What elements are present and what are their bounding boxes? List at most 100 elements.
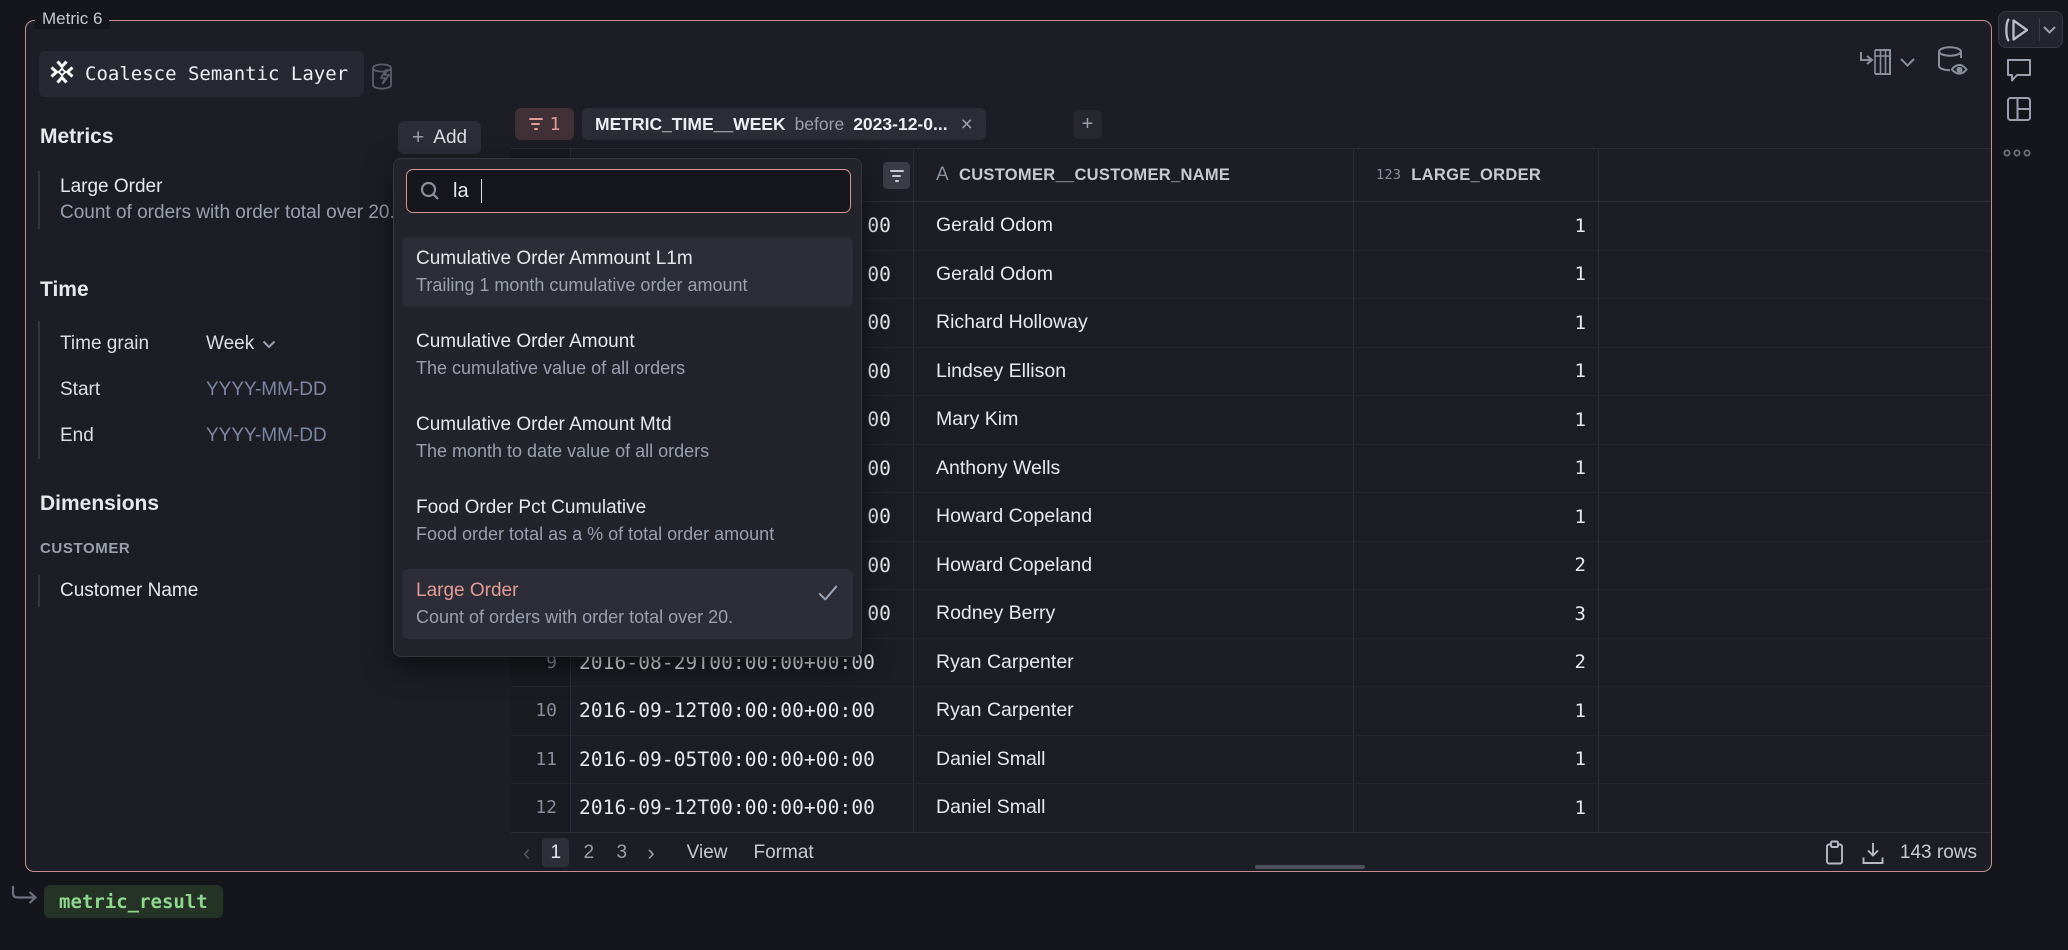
large-order-cell: 1: [1354, 251, 1599, 299]
dimension-group-label: CUSTOMER: [40, 540, 130, 557]
more-options-icon[interactable]: [2003, 145, 2031, 163]
page-button[interactable]: 2: [575, 838, 602, 867]
customer-name-cell: Howard Copeland: [914, 493, 1354, 541]
customer-name-cell: Mary Kim: [914, 396, 1354, 444]
add-metric-button[interactable]: + Add: [398, 121, 481, 154]
empty-cell: [1599, 639, 1991, 687]
column-header-large-order[interactable]: 123 LARGE_ORDER: [1354, 149, 1599, 201]
option-title: Large Order: [416, 578, 839, 604]
empty-cell: [1599, 202, 1991, 250]
metric-list-item[interactable]: Large Order Count of orders with order t…: [38, 171, 416, 229]
dropdown-option[interactable]: Food Order Pct CumulativeFood order tota…: [402, 486, 853, 556]
table-row: 122016-09-12T00:00:00+00:00Daniel Small1: [511, 784, 1991, 833]
dropdown-option[interactable]: Cumulative Order AmountThe cumulative va…: [402, 320, 853, 390]
preview-data-icon[interactable]: [1935, 45, 1971, 78]
filter-icon: [529, 115, 543, 133]
next-page-icon[interactable]: ›: [641, 840, 660, 866]
time-grain-select[interactable]: Week: [206, 333, 276, 355]
time-grain-label: Time grain: [60, 333, 206, 355]
filter-field: METRIC_TIME__WEEK: [595, 114, 786, 135]
chevron-down-icon: [262, 340, 276, 349]
run-cell-button[interactable]: [1998, 11, 2063, 48]
option-description: Count of orders with order total over 20…: [416, 604, 839, 630]
copy-to-clipboard-icon[interactable]: [1823, 840, 1846, 866]
table-footer-bar: ‹ 123 › View Format 143 rows: [511, 832, 1991, 872]
pagination: ‹ 123 ›: [511, 838, 661, 867]
table-row: 112016-09-05T00:00:00+00:00Daniel Small1: [511, 736, 1991, 785]
comment-icon[interactable]: [2005, 56, 2033, 89]
page-button[interactable]: 3: [608, 838, 635, 867]
dropdown-option[interactable]: Cumulative Order Ammount L1mTrailing 1 m…: [402, 237, 853, 307]
filter-count-badge[interactable]: 1: [515, 108, 574, 140]
cell-label: Metric 6: [35, 9, 109, 29]
column-filter-button[interactable]: [883, 162, 910, 189]
plus-icon: +: [412, 127, 424, 148]
large-order-cell: 2: [1354, 542, 1599, 590]
chevron-down-icon[interactable]: [1899, 57, 1916, 68]
dimension-name: Customer Name: [60, 578, 198, 604]
text-cursor: [481, 179, 483, 203]
metric-description: Count of orders with order total over 20…: [60, 200, 416, 226]
insert-into-table-icon[interactable]: [1859, 47, 1893, 77]
text-type-icon: A: [936, 164, 949, 186]
component-title: Coalesce Semantic Layer: [85, 63, 348, 85]
option-title: Cumulative Order Amount: [416, 329, 839, 355]
empty-cell: [1599, 493, 1991, 541]
large-order-cell: 1: [1354, 445, 1599, 493]
prev-page-icon[interactable]: ‹: [517, 840, 536, 866]
dropdown-option[interactable]: Large OrderCount of orders with order to…: [402, 569, 853, 639]
row-number-cell: 10: [511, 687, 571, 735]
customer-name-cell: Lindsey Ellison: [914, 348, 1354, 396]
option-description: Trailing 1 month cumulative order amount: [416, 272, 839, 298]
start-date-input[interactable]: YYYY-MM-DD: [206, 379, 327, 401]
layout-panels-icon[interactable]: [2005, 95, 2033, 128]
customer-name-cell: Rodney Berry: [914, 590, 1354, 638]
customer-name-cell: Daniel Small: [914, 736, 1354, 784]
search-query: la: [453, 180, 469, 203]
edit-source-icon[interactable]: [370, 62, 398, 97]
metric-time-week-cell: 2016-09-05T00:00:00+00:00: [571, 736, 914, 784]
customer-name-cell: Howard Copeland: [914, 542, 1354, 590]
column-header-customer-name[interactable]: A CUSTOMER__CUSTOMER_NAME: [914, 149, 1354, 201]
end-date-input[interactable]: YYYY-MM-DD: [206, 425, 327, 447]
row-number-cell: 11: [511, 736, 571, 784]
metrics-heading: Metrics: [40, 125, 114, 149]
run-options-chevron-icon[interactable]: [2042, 25, 2057, 35]
remove-filter-icon[interactable]: ×: [961, 114, 973, 135]
number-type-icon: 123: [1376, 167, 1401, 183]
filter-value: 2023-12-0...: [853, 114, 947, 135]
empty-cell: [1599, 299, 1991, 347]
metric-time-week-cell: 2016-09-12T00:00:00+00:00: [571, 687, 914, 735]
page-buttons: 123: [542, 838, 635, 867]
start-date-row: Start YYYY-MM-DD: [60, 367, 327, 413]
page-button[interactable]: 1: [542, 838, 569, 867]
filter-chip[interactable]: METRIC_TIME__WEEK before 2023-12-0... ×: [582, 108, 986, 140]
customer-name-cell: Gerald Odom: [914, 202, 1354, 250]
empty-cell: [1599, 251, 1991, 299]
download-icon[interactable]: [1861, 841, 1885, 866]
filter-operator: before: [795, 114, 845, 135]
format-menu[interactable]: Format: [754, 842, 814, 864]
time-settings-group: Time grain Week Start YYYY-MM-DD End YYY…: [38, 321, 327, 459]
search-input[interactable]: la: [406, 169, 851, 213]
large-order-cell: 2: [1354, 639, 1599, 687]
dimensions-heading: Dimensions: [40, 492, 159, 516]
empty-cell: [1599, 348, 1991, 396]
coalesce-logo-icon: [50, 60, 74, 89]
dropdown-option[interactable]: Cumulative Order Amount MtdThe month to …: [402, 403, 853, 473]
empty-cell: [1599, 736, 1991, 784]
large-order-cell: 1: [1354, 299, 1599, 347]
customer-name-cell: Anthony Wells: [914, 445, 1354, 493]
output-variable-pill[interactable]: metric_result: [44, 885, 223, 918]
option-description: The cumulative value of all orders: [416, 355, 839, 381]
horizontal-scrollbar[interactable]: [1255, 865, 1365, 869]
empty-cell: [1599, 687, 1991, 735]
time-grain-row: Time grain Week: [60, 321, 327, 367]
add-filter-button[interactable]: +: [1073, 110, 1102, 139]
end-date-row: End YYYY-MM-DD: [60, 413, 327, 459]
large-order-cell: 1: [1354, 736, 1599, 784]
dimension-list-item[interactable]: Customer Name: [38, 575, 198, 607]
view-menu[interactable]: View: [687, 842, 728, 864]
option-description: The month to date value of all orders: [416, 438, 839, 464]
output-arrow-icon: [10, 884, 40, 917]
